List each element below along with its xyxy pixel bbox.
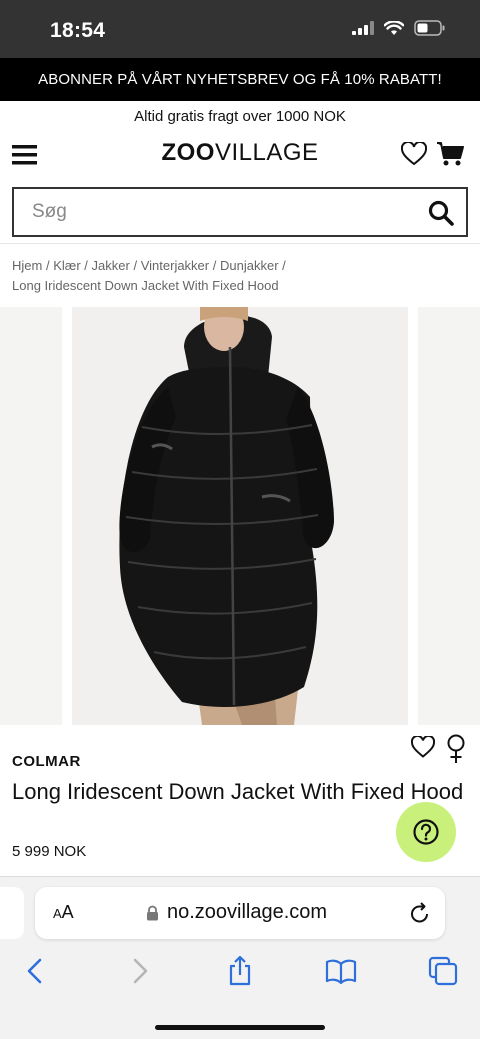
breadcrumb-item-winter-jackets[interactable]: Vinterjakker	[141, 258, 209, 273]
back-icon[interactable]	[20, 955, 52, 987]
product-brand[interactable]: COLMAR	[12, 753, 81, 770]
browser-toolbar: AA no.zoovillage.com	[0, 876, 480, 1039]
header-divider	[0, 243, 480, 244]
logo-bold-part: ZOO	[161, 139, 215, 166]
jacket-photo	[119, 307, 334, 725]
breadcrumb-separator: /	[133, 258, 138, 273]
shipping-text: Altid gratis fragt over 1000 NOK	[134, 107, 346, 125]
address-bar[interactable]: AA no.zoovillage.com	[35, 887, 445, 939]
aa-large: A	[61, 902, 74, 922]
lock-icon	[147, 905, 158, 921]
battery-icon	[414, 20, 445, 36]
gallery-next-slide[interactable]	[418, 307, 480, 725]
status-icons	[352, 20, 446, 36]
share-icon[interactable]	[224, 955, 256, 987]
heart-icon[interactable]	[411, 736, 435, 758]
heart-icon[interactable]	[401, 142, 427, 166]
status-bar: 18:54	[0, 0, 480, 58]
breadcrumb-trail: Hjem / Klær / Jakker / Vinterjakker / Du…	[12, 256, 468, 276]
bookmarks-icon[interactable]	[325, 955, 357, 987]
forward-icon[interactable]	[123, 955, 155, 987]
product-image[interactable]	[72, 307, 408, 725]
promo-text: ABONNER PÅ VÅRT NYHETSBREV OG FÅ 10% RAB…	[38, 71, 442, 88]
status-time: 18:54	[50, 19, 106, 42]
tabs-icon[interactable]	[427, 955, 459, 987]
site-header: ZOOVILLAGE	[0, 131, 480, 181]
search-input[interactable]	[32, 189, 412, 235]
reload-icon[interactable]	[409, 901, 431, 925]
breadcrumb-separator: /	[45, 258, 50, 273]
signal-icon	[352, 21, 374, 35]
free-shipping-notice: Altid gratis fragt over 1000 NOK	[0, 101, 480, 131]
product-price: 5 999 NOK	[12, 843, 87, 860]
help-button[interactable]	[396, 802, 456, 862]
url-text: no.zoovillage.com	[167, 901, 328, 923]
home-indicator[interactable]	[155, 1025, 325, 1030]
search-box	[12, 187, 468, 237]
breadcrumb-separator: /	[212, 258, 217, 273]
newsletter-promo-banner[interactable]: ABONNER PÅ VÅRT NYHETSBREV OG FÅ 10% RAB…	[0, 58, 480, 101]
help-icon	[413, 819, 439, 845]
breadcrumb: Hjem / Klær / Jakker / Vinterjakker / Du…	[12, 256, 468, 296]
breadcrumb-separator: /	[282, 258, 286, 273]
breadcrumb-item-clothes[interactable]: Klær	[53, 258, 80, 273]
reader-options-button[interactable]: AA	[53, 902, 74, 923]
logo-regular-part: VILLAGE	[214, 139, 319, 166]
cart-icon[interactable]	[436, 141, 464, 167]
gallery-prev-slide[interactable]	[0, 307, 62, 725]
breadcrumb-item-home[interactable]: Hjem	[12, 258, 42, 273]
breadcrumb-item-jackets[interactable]: Jakker	[92, 258, 130, 273]
breadcrumb-item-down-jackets[interactable]: Dunjakker	[220, 258, 279, 273]
breadcrumb-current: Long Iridescent Down Jacket With Fixed H…	[12, 278, 279, 293]
female-icon	[447, 734, 465, 763]
wifi-icon	[384, 20, 404, 35]
product-image-gallery[interactable]	[0, 307, 480, 725]
aa-small: A	[53, 906, 62, 921]
browser-nav-row	[0, 951, 480, 991]
search-icon[interactable]	[428, 200, 454, 226]
breadcrumb-separator: /	[84, 258, 88, 273]
previous-tab-peek[interactable]	[0, 887, 24, 939]
product-title: Long Iridescent Down Jacket With Fixed H…	[12, 779, 464, 804]
